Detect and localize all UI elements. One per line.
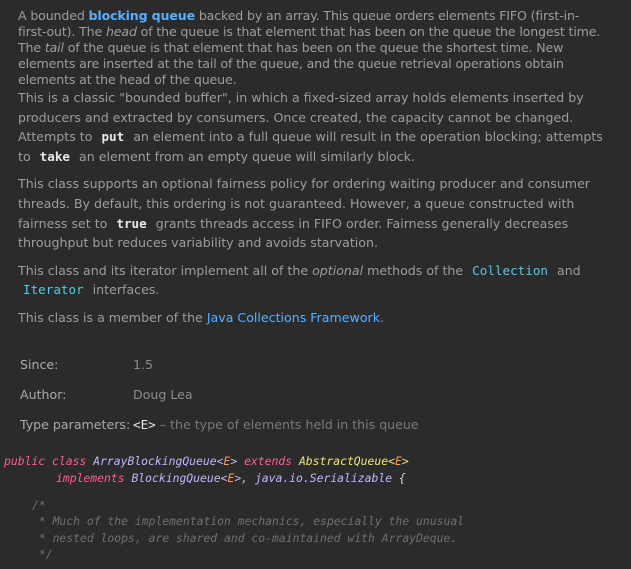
text-optional: optional <box>312 262 364 278</box>
doc-paragraph-1: A bounded blocking queue backed by an ar… <box>18 8 607 88</box>
code-line-1: public class ArrayBlockingQueue<E> exten… <box>4 453 631 470</box>
text: methods of the <box>363 262 468 278</box>
author-row: Author: Doug Lea <box>18 380 607 410</box>
doc-metadata: Since: 1.5 Author: Doug Lea Type paramet… <box>18 350 607 440</box>
comment-line: * Much of the implementation mechanics, … <box>32 514 465 529</box>
comment-line: */ <box>32 547 53 562</box>
doc-paragraph-5: This class is a member of the Java Colle… <box>18 308 607 328</box>
type-params-row: Type parameters: <E> – the type of eleme… <box>18 410 607 440</box>
text: This class is a member of the <box>18 309 207 325</box>
code-put: put <box>101 129 125 145</box>
text: . <box>380 309 385 325</box>
kw-extends: extends <box>244 453 293 468</box>
author-label: Author: <box>20 387 67 403</box>
text: of the queue is that element that has be… <box>18 40 564 87</box>
type-param: <E> <box>133 417 156 433</box>
code-comment: /* * Much of the implementation mechanic… <box>4 497 631 563</box>
text: A bounded <box>18 8 89 23</box>
collections-framework-link[interactable]: Java Collections Framework <box>207 310 380 325</box>
text: interfaces. <box>88 282 160 298</box>
kw-public: public <box>4 453 46 468</box>
punct: > <box>401 453 409 468</box>
kw-implements: implements <box>56 470 125 485</box>
class-name[interactable]: ArrayBlockingQueue <box>93 454 216 468</box>
since-label: Since: <box>20 357 59 373</box>
punct: < <box>388 453 395 468</box>
doc-paragraph-4: This class and its iterator implement al… <box>18 261 607 300</box>
blockingqueue-link[interactable]: BlockingQueue <box>131 471 220 485</box>
kw-class: class <box>52 453 87 468</box>
declaration-code: public class ArrayBlockingQueue<E> exten… <box>0 453 631 563</box>
doc-paragraph-2: This is a classic "bounded buffer", in w… <box>18 88 607 166</box>
javadoc-popup: A bounded blocking queue backed by an ar… <box>0 0 611 440</box>
author-value: Doug Lea <box>133 387 193 403</box>
since-value: 1.5 <box>133 357 154 373</box>
comment-line: /* <box>32 497 46 512</box>
iterator-link[interactable]: Iterator <box>18 282 89 297</box>
type-param-E: E <box>394 453 402 468</box>
type-param-desc: – the type of elements held in this queu… <box>155 417 419 433</box>
abstractqueue-link[interactable]: AbstractQueue <box>299 454 388 468</box>
doc-paragraph-3: This class supports an optional fairness… <box>18 174 607 252</box>
collection-link[interactable]: Collection <box>467 263 553 278</box>
text-tail: tail <box>44 40 64 55</box>
serializable-link[interactable]: java.io.Serializable <box>255 471 392 485</box>
code-true: true <box>116 215 147 231</box>
text-head: head <box>105 24 137 39</box>
code-take: take <box>39 148 70 164</box>
comment-line: * nested loops, are shared and co-mainta… <box>32 530 458 545</box>
blocking-queue-link[interactable]: blocking queue <box>89 8 196 23</box>
type-params-label: Type parameters: <box>20 417 131 433</box>
since-row: Since: 1.5 <box>18 350 607 380</box>
code-line-2: implements BlockingQueue<E>, java.io.Ser… <box>4 470 631 487</box>
text: an element from an empty queue will simi… <box>75 148 415 164</box>
text: This class and its iterator implement al… <box>18 262 313 278</box>
punct: , <box>241 470 249 485</box>
punct: { <box>398 470 406 485</box>
text: and <box>552 262 581 278</box>
punct: > <box>230 453 238 468</box>
